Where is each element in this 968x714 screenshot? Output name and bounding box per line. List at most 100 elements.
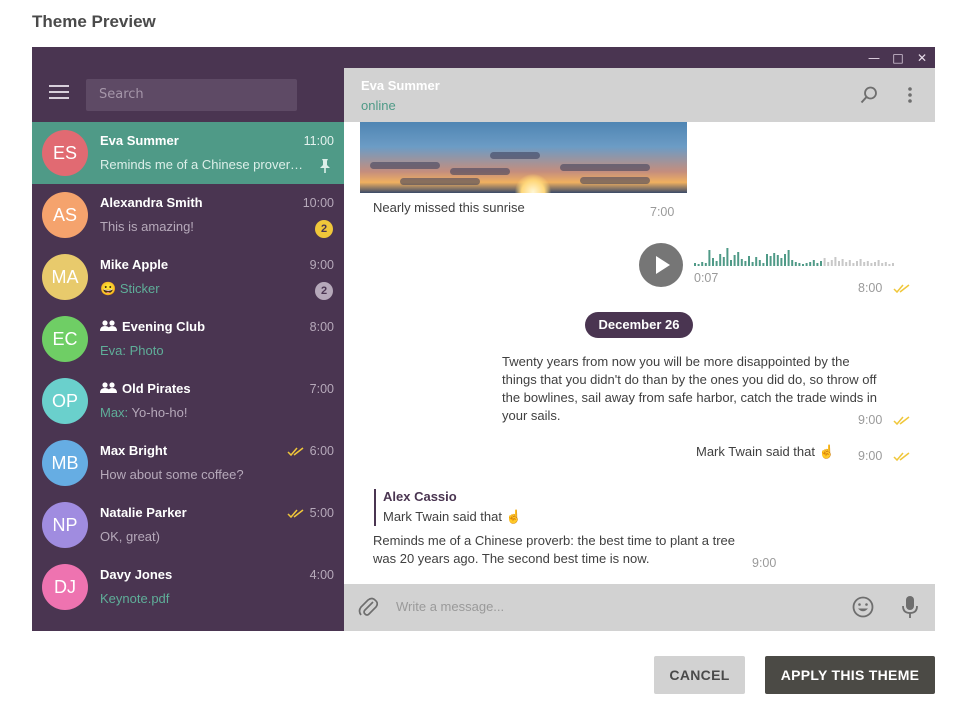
chat-preview: Eva: Photo — [100, 343, 308, 358]
chat-preview: How about some coffee? — [100, 467, 244, 482]
chat-time: 7:00 — [309, 382, 334, 396]
chat-preview: Max: Yo-ho-ho! — [100, 405, 308, 420]
quote-line-1: Twenty years from now you will be more d… — [502, 354, 850, 369]
message-time: 7:00 — [650, 205, 675, 219]
avatar: OP — [42, 378, 88, 424]
chat-item-old-pirates[interactable]: OP Old Pirates 7:00 Max: Yo-ho-ho! — [32, 370, 344, 432]
group-icon — [100, 382, 117, 393]
microphone-icon[interactable] — [902, 595, 918, 619]
chat-item-evening-club[interactable]: EC Evening Club 8:00 Eva: Photo — [32, 308, 344, 370]
pin-icon — [320, 159, 330, 173]
play-icon[interactable] — [639, 243, 683, 287]
preview-accent: Sticker — [119, 281, 160, 296]
chat-preview: 😀 Sticker — [100, 281, 308, 297]
reply-line-2: was 20 years ago. The second best time i… — [373, 551, 650, 566]
preview-accent: Keynote.pdf — [100, 591, 170, 606]
double-check-icon — [287, 447, 304, 457]
chat-item-alexandra-smith[interactable]: AS Alexandra Smith 10:00 This is amazing… — [32, 184, 344, 246]
quote-line-2: things that you didn't do than by the on… — [502, 372, 877, 387]
quote-line-4: your sails. — [502, 408, 561, 423]
reply-line-1: Reminds me of a Chinese proverb: the bes… — [373, 533, 736, 548]
quote-line-3: the bowlines, sail away from safe harbor… — [502, 390, 878, 405]
more-vertical-icon[interactable] — [907, 87, 913, 103]
avatar: MA — [42, 254, 88, 300]
chat-item-davy-jones[interactable]: DJ Davy Jones 4:00 Keynote.pdf — [32, 556, 344, 618]
date-separator: December 26 — [585, 312, 693, 338]
double-check-icon — [287, 509, 304, 519]
unread-badge: 2 — [315, 220, 333, 238]
avatar: MB — [42, 440, 88, 486]
preview-accent: Eva: Photo — [100, 343, 164, 358]
avatar: EC — [42, 316, 88, 362]
chat-preview: Keynote.pdf — [100, 591, 308, 606]
unread-badge: 2 — [315, 282, 333, 300]
chat-status: online — [361, 98, 396, 113]
message-time: 9:00 — [858, 449, 883, 463]
message-composer: Write a message... — [344, 584, 935, 631]
sunrise-photo[interactable] — [360, 122, 687, 193]
chat-panel: Eva Summer online Nearly missed this sun… — [344, 68, 935, 631]
sticker-emoji: 😀 — [100, 281, 117, 296]
apply-theme-button[interactable]: APPLY THIS THEME — [765, 656, 935, 694]
maximize-icon[interactable]: □ — [890, 50, 906, 66]
twain-message: Mark Twain said that ☝️ — [696, 444, 835, 459]
chat-name: Davy Jones — [100, 567, 173, 582]
chat-item-natalie-parker[interactable]: NP Natalie Parker 5:00 OK, great) — [32, 494, 344, 556]
reply-author[interactable]: Alex Cassio — [383, 489, 457, 504]
chat-header: Eva Summer online — [344, 68, 935, 122]
photo-caption: Nearly missed this sunrise — [373, 200, 525, 215]
minimize-icon[interactable]: — — [866, 50, 882, 66]
search-icon[interactable] — [860, 86, 878, 104]
chat-time: 10:00 — [302, 196, 334, 210]
voice-duration: 0:07 — [694, 271, 719, 285]
chat-preview: Reminds me of a Chinese prover… — [100, 157, 304, 172]
avatar: ES — [42, 130, 88, 176]
search-input[interactable]: Search — [86, 79, 297, 111]
preview-accent: Max: — [100, 405, 129, 420]
chat-title[interactable]: Eva Summer — [361, 78, 440, 93]
chat-time: 5:00 — [309, 506, 334, 520]
chat-name: Alexandra Smith — [100, 195, 203, 210]
double-check-icon — [893, 284, 910, 294]
reply-quote: Mark Twain said that ☝️ — [383, 509, 522, 524]
chat-name: Mike Apple — [100, 257, 169, 272]
chat-item-mike-apple[interactable]: MA Mike Apple 9:00 😀 Sticker 2 — [32, 246, 344, 308]
chat-list: ES Eva Summer 11:00 Reminds me of a Chin… — [32, 122, 344, 618]
theme-preview: Search ES Eva Summer 11:00 Reminds me of… — [32, 47, 935, 631]
chat-item-eva-summer[interactable]: ES Eva Summer 11:00 Reminds me of a Chin… — [32, 122, 344, 184]
avatar: AS — [42, 192, 88, 238]
close-icon[interactable]: ✕ — [914, 50, 930, 66]
avatar: NP — [42, 502, 88, 548]
chat-item-max-bright[interactable]: MB Max Bright 6:00 How about some coffee… — [32, 432, 344, 494]
chat-time: 9:00 — [309, 258, 334, 272]
chat-time: 4:00 — [309, 568, 334, 582]
chat-preview: OK, great) — [100, 529, 160, 544]
message-list: Nearly missed this sunrise 7:00 0:07 8:0… — [344, 122, 935, 584]
chat-name: Old Pirates — [100, 381, 191, 396]
double-check-icon — [893, 452, 910, 462]
chat-name: Max Bright — [100, 443, 168, 458]
chat-preview: This is amazing! — [100, 219, 194, 234]
message-input[interactable]: Write a message... — [396, 599, 504, 614]
message-time: 9:00 — [752, 556, 777, 570]
double-check-icon — [893, 416, 910, 426]
message-time: 8:00 — [858, 281, 883, 295]
paperclip-icon[interactable] — [358, 596, 378, 618]
chat-time: 8:00 — [309, 320, 334, 334]
avatar: DJ — [42, 564, 88, 610]
chat-name: Eva Summer — [100, 133, 179, 148]
emoji-icon[interactable] — [852, 596, 874, 618]
chat-name: Evening Club — [100, 319, 205, 334]
chat-time: 11:00 — [303, 134, 334, 148]
chat-name: Natalie Parker — [100, 505, 187, 520]
chat-sidebar: Search ES Eva Summer 11:00 Reminds me of… — [32, 47, 344, 631]
window-titlebar: — □ ✕ — [344, 47, 935, 68]
chat-name-text: Evening Club — [122, 319, 206, 334]
hamburger-menu-icon[interactable] — [49, 85, 69, 101]
voice-waveform[interactable] — [694, 246, 895, 266]
group-icon — [100, 320, 117, 331]
cancel-button[interactable]: CANCEL — [654, 656, 745, 694]
chat-name-text: Old Pirates — [122, 381, 191, 396]
preview-text: Yo-ho-ho! — [128, 405, 188, 420]
reply-bar — [374, 489, 376, 526]
